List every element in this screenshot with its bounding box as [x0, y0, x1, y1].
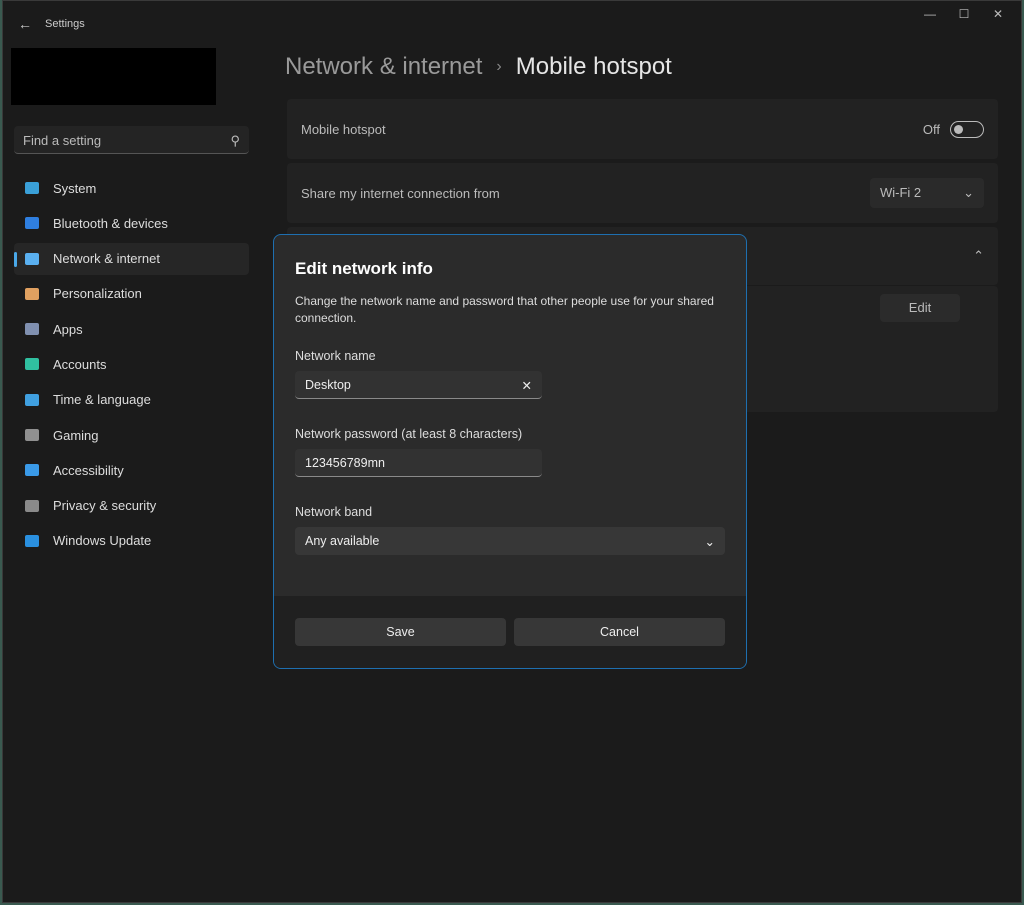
hotspot-label: Mobile hotspot: [301, 121, 386, 137]
nav-icon: [25, 534, 39, 547]
network-band-dropdown[interactable]: Any available ⌄: [295, 527, 725, 555]
sidebar-item-accessibility[interactable]: Accessibility: [14, 454, 249, 486]
share-from-dropdown[interactable]: Wi-Fi 2 ⌄: [870, 178, 984, 208]
share-from-card: Share my internet connection from Wi-Fi …: [287, 163, 998, 223]
sidebar-item-time-language[interactable]: Time & language: [14, 384, 249, 416]
sidebar-item-label: Bluetooth & devices: [53, 215, 168, 231]
nav-icon: [25, 287, 39, 300]
sidebar-item-label: System: [53, 180, 97, 196]
sidebar-item-label: Apps: [53, 321, 83, 337]
nav-icon: [25, 499, 39, 512]
maximize-button[interactable]: ☐: [947, 7, 981, 21]
nav-icon: [25, 217, 39, 230]
sidebar-item-privacy-security[interactable]: Privacy & security: [14, 490, 249, 522]
sidebar-item-label: Gaming: [53, 427, 99, 443]
chevron-down-icon: ⌄: [704, 535, 715, 549]
nav-icon: [25, 252, 39, 265]
window-title: Settings: [45, 18, 85, 30]
network-name-input[interactable]: Desktop ✕: [295, 371, 542, 399]
cancel-button[interactable]: Cancel: [514, 618, 725, 646]
nav-icon: [25, 393, 39, 406]
minimize-button[interactable]: —: [913, 7, 947, 21]
sidebar-item-label: Windows Update: [53, 533, 152, 549]
title-bar: ← Settings: [3, 1, 1021, 47]
sidebar-item-network-internet[interactable]: Network & internet: [14, 242, 249, 275]
network-password-input[interactable]: 123456789mn: [295, 449, 542, 477]
sidebar-item-label: Privacy & security: [53, 498, 157, 514]
hotspot-state: Off: [922, 121, 940, 137]
sidebar-item-label: Accounts: [53, 356, 107, 372]
save-button[interactable]: Save: [295, 618, 506, 646]
network-password-label: Network password (at least 8 characters): [295, 427, 523, 441]
mobile-hotspot-card: Mobile hotspot Off: [287, 99, 998, 159]
chevron-right-icon: ›: [496, 58, 502, 75]
share-value: Wi-Fi 2: [880, 185, 922, 200]
search-placeholder: Find a setting: [23, 133, 102, 148]
chevron-down-icon: ⌄: [963, 185, 974, 200]
network-name-label: Network name: [295, 349, 376, 363]
chevron-up-icon[interactable]: ⌃: [973, 248, 984, 264]
sidebar-nav: System Bluetooth & devices Network & inter…: [14, 172, 249, 560]
clear-icon[interactable]: ✕: [522, 378, 532, 393]
nav-icon: [25, 358, 39, 371]
sidebar-item-label: Time & language: [53, 392, 151, 408]
sidebar-item-windows-update[interactable]: Windows Update: [14, 525, 249, 557]
page-title: Mobile hotspot: [515, 53, 672, 80]
breadcrumb: Network & internet › Mobile hotspot: [285, 53, 672, 81]
network-name-value: Desktop: [305, 378, 351, 392]
network-band-label: Network band: [295, 505, 373, 519]
nav-icon: [25, 464, 39, 477]
search-input[interactable]: Find a setting ⚲: [14, 126, 249, 154]
search-icon: ⚲: [230, 133, 240, 148]
edit-button[interactable]: Edit: [880, 294, 960, 322]
sidebar-item-gaming[interactable]: Gaming: [14, 419, 249, 451]
hotspot-toggle[interactable]: [950, 120, 984, 138]
network-band-value: Any available: [305, 534, 380, 548]
sidebar-item-label: Network & internet: [53, 251, 160, 267]
dialog-description: Change the network name and password tha…: [295, 294, 714, 325]
dialog-footer: Save Cancel: [274, 596, 746, 668]
breadcrumb-parent[interactable]: Network & internet: [285, 53, 482, 81]
network-password-value: 123456789mn: [305, 456, 385, 470]
account-profile-redacted: [11, 48, 216, 105]
edit-network-dialog: Edit network info Change the network nam…: [273, 234, 747, 669]
close-button[interactable]: ✕: [981, 7, 1015, 21]
sidebar-item-label: Accessibility: [53, 462, 124, 478]
share-label: Share my internet connection from: [301, 185, 500, 201]
sidebar-item-accounts[interactable]: Accounts: [14, 348, 249, 380]
sidebar-item-apps[interactable]: Apps: [14, 313, 249, 345]
dialog-title: Edit network info: [295, 259, 433, 278]
sidebar-item-label: Personalization: [53, 286, 142, 302]
back-arrow-icon[interactable]: ←: [5, 16, 45, 32]
nav-icon: [25, 182, 39, 194]
sidebar-item-bluetooth-devices[interactable]: Bluetooth & devices: [14, 207, 249, 239]
nav-icon: [25, 429, 39, 442]
sidebar-item-system[interactable]: System: [14, 172, 249, 204]
nav-icon: [25, 323, 39, 336]
sidebar-item-personalization[interactable]: Personalization: [14, 278, 249, 310]
